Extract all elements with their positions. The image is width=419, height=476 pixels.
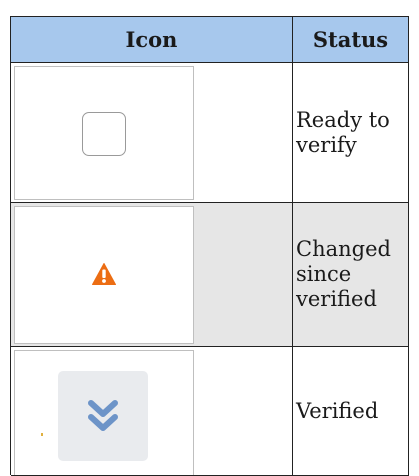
table-row: Changed since verified: [11, 203, 409, 347]
decorative-speck: [41, 433, 43, 436]
icon-frame: [14, 350, 194, 475]
double-check-icon: [88, 400, 118, 431]
status-legend-table: Icon Status Ready to verify Changed sinc…: [10, 16, 409, 476]
table-row: Ready to verify: [11, 63, 409, 203]
icon-cell: [11, 203, 293, 347]
status-text: Ready to verify: [296, 107, 390, 157]
status-cell: Ready to verify: [293, 63, 409, 203]
status-cell: Changed since verified: [293, 203, 409, 347]
status-text: Verified: [296, 398, 379, 423]
verified-tile: [58, 371, 148, 461]
icon-frame: [14, 206, 194, 344]
icon-cell: [11, 63, 293, 203]
header-status: Status: [293, 17, 409, 63]
status-text: Changed since verified: [296, 237, 391, 311]
header-icon: Icon: [11, 17, 293, 63]
table-header-row: Icon Status: [11, 17, 409, 63]
icon-frame: [14, 66, 194, 200]
status-cell: Verified: [293, 347, 409, 476]
table-row: Verified: [11, 347, 409, 476]
empty-checkbox-icon: [82, 112, 126, 156]
warning-icon: [92, 263, 116, 285]
icon-cell: [11, 347, 293, 476]
